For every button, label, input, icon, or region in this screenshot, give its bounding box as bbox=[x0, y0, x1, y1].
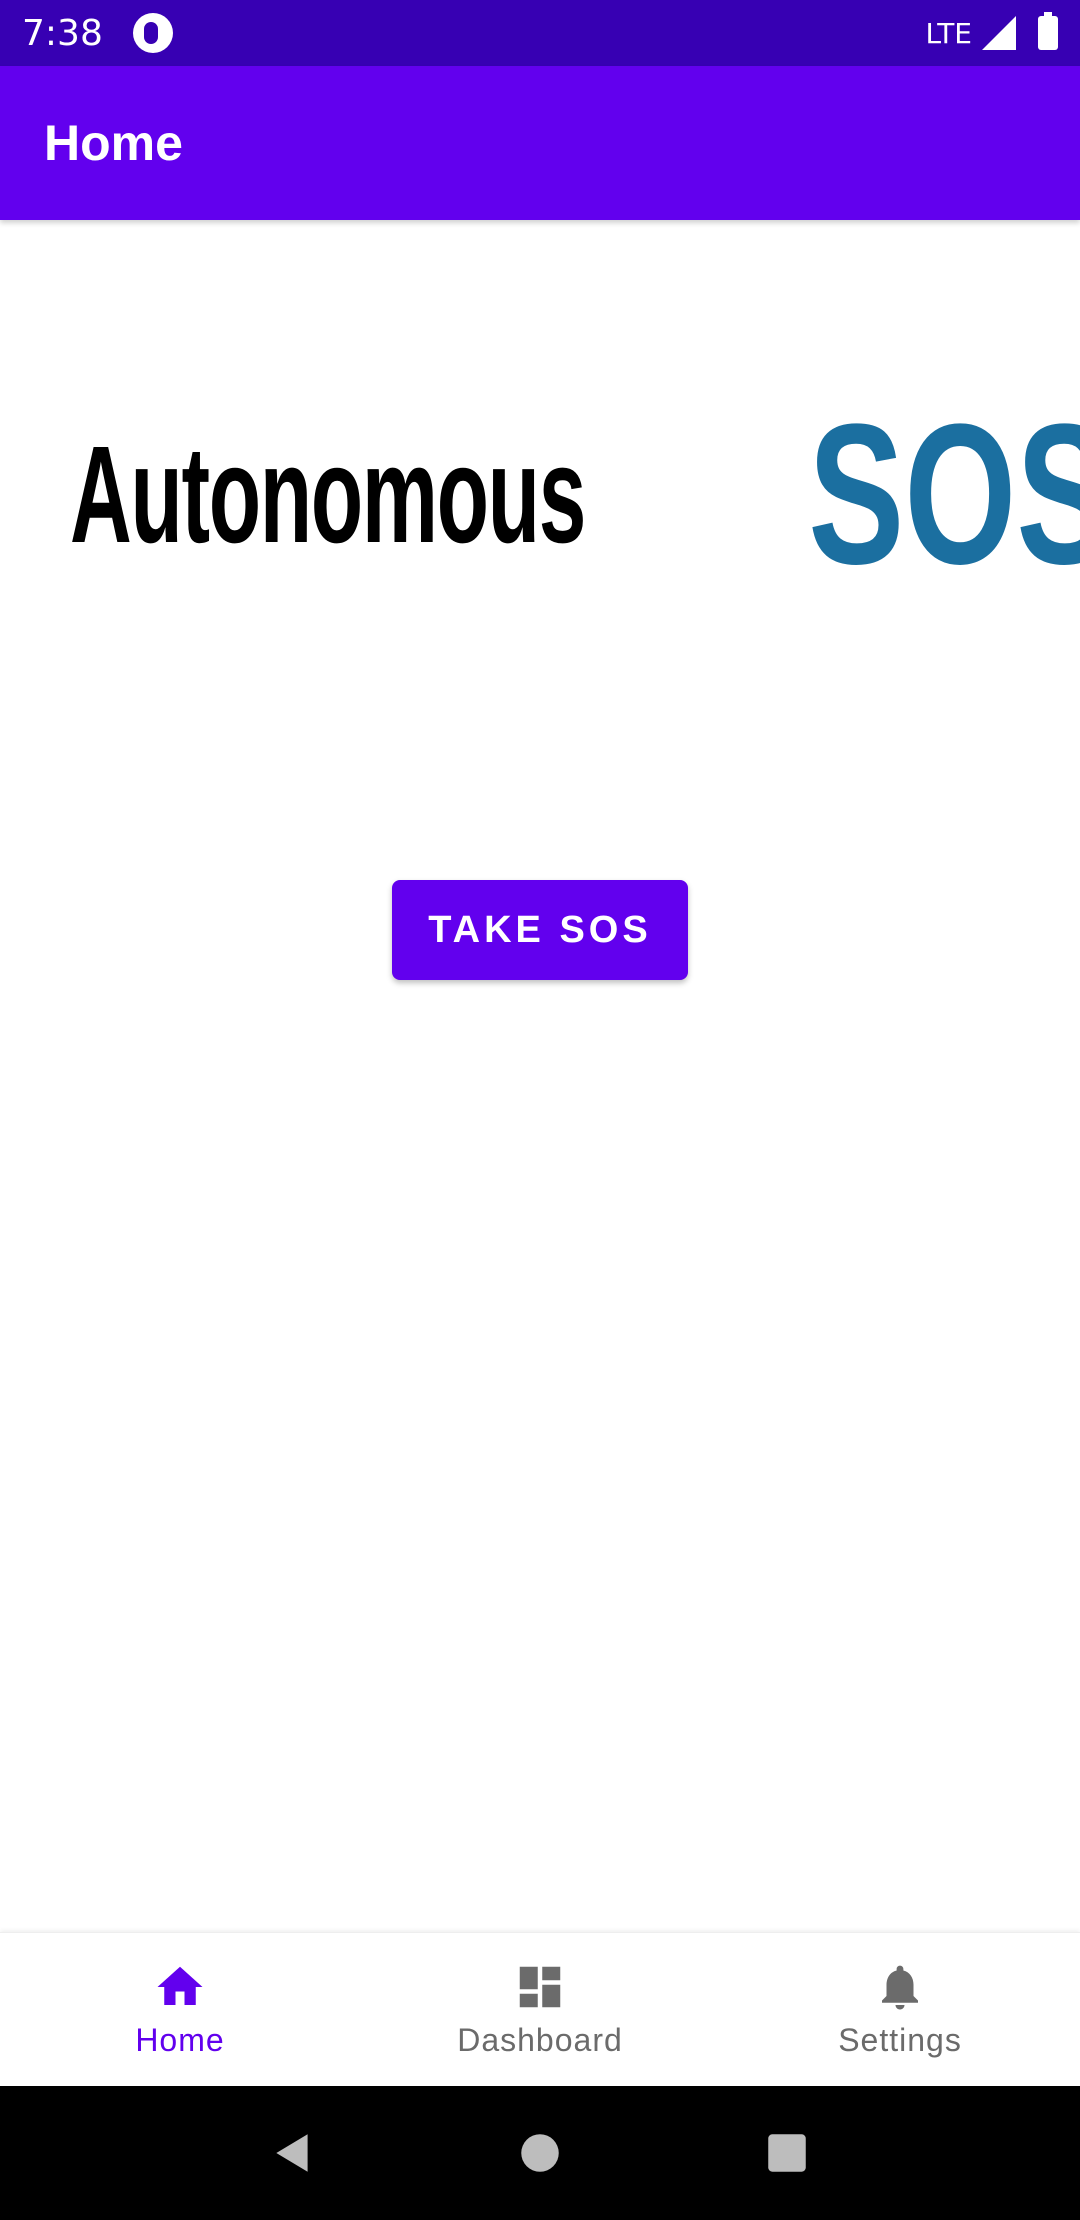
nav-label-settings: Settings bbox=[838, 2022, 962, 2058]
nav-label-dashboard: Dashboard bbox=[457, 2022, 623, 2058]
bell-icon bbox=[882, 1965, 918, 2010]
system-navigation-bar bbox=[0, 2086, 1080, 2220]
logo-word-autonomous: Autonomous bbox=[70, 417, 586, 572]
take-sos-button[interactable]: TAKE SOS bbox=[392, 880, 688, 980]
app-bar: Home bbox=[0, 66, 1080, 220]
nav-label-home: Home bbox=[135, 2022, 225, 2058]
dashboard-icon bbox=[519, 1966, 561, 2008]
signal-icon bbox=[982, 16, 1016, 50]
home-circle-icon[interactable] bbox=[515, 2128, 565, 2178]
status-bar: 7:38 LTE bbox=[0, 0, 1080, 66]
bottom-navigation: Home Dashboard Settings bbox=[0, 1932, 1080, 2086]
back-icon[interactable] bbox=[268, 2128, 318, 2178]
status-right: LTE bbox=[925, 12, 1058, 50]
notification-app-icon bbox=[132, 13, 173, 53]
home-icon bbox=[157, 1966, 203, 2005]
status-left: 7:38 bbox=[22, 13, 173, 54]
recents-icon[interactable] bbox=[762, 2128, 812, 2178]
network-type: LTE bbox=[925, 16, 972, 50]
status-time: 7:38 bbox=[22, 12, 103, 54]
nav-item-settings[interactable]: Settings bbox=[720, 1933, 1080, 2087]
page-title: Home bbox=[44, 115, 183, 171]
nav-item-dashboard[interactable]: Dashboard bbox=[360, 1933, 720, 2087]
logo-word-sos: SOS bbox=[808, 383, 1080, 606]
nav-item-home[interactable]: Home bbox=[0, 1933, 360, 2087]
battery-icon bbox=[1038, 12, 1058, 50]
app-logo: Autonomous SOS bbox=[70, 395, 1080, 595]
